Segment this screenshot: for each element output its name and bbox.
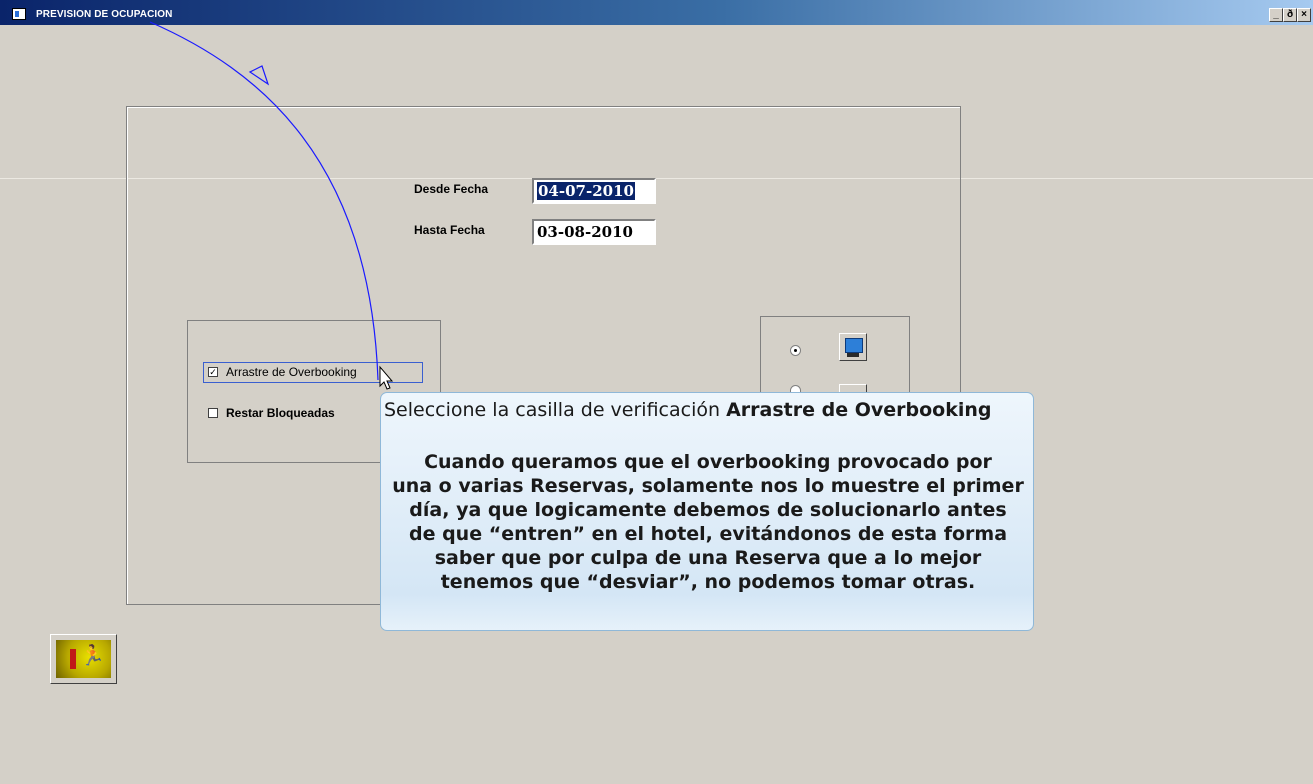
pointer-arc bbox=[149, 21, 379, 381]
pointer-arc-overlay bbox=[149, 21, 394, 390]
mouse-cursor-icon bbox=[379, 365, 394, 390]
pointer-arc-arrowhead bbox=[248, 65, 270, 86]
